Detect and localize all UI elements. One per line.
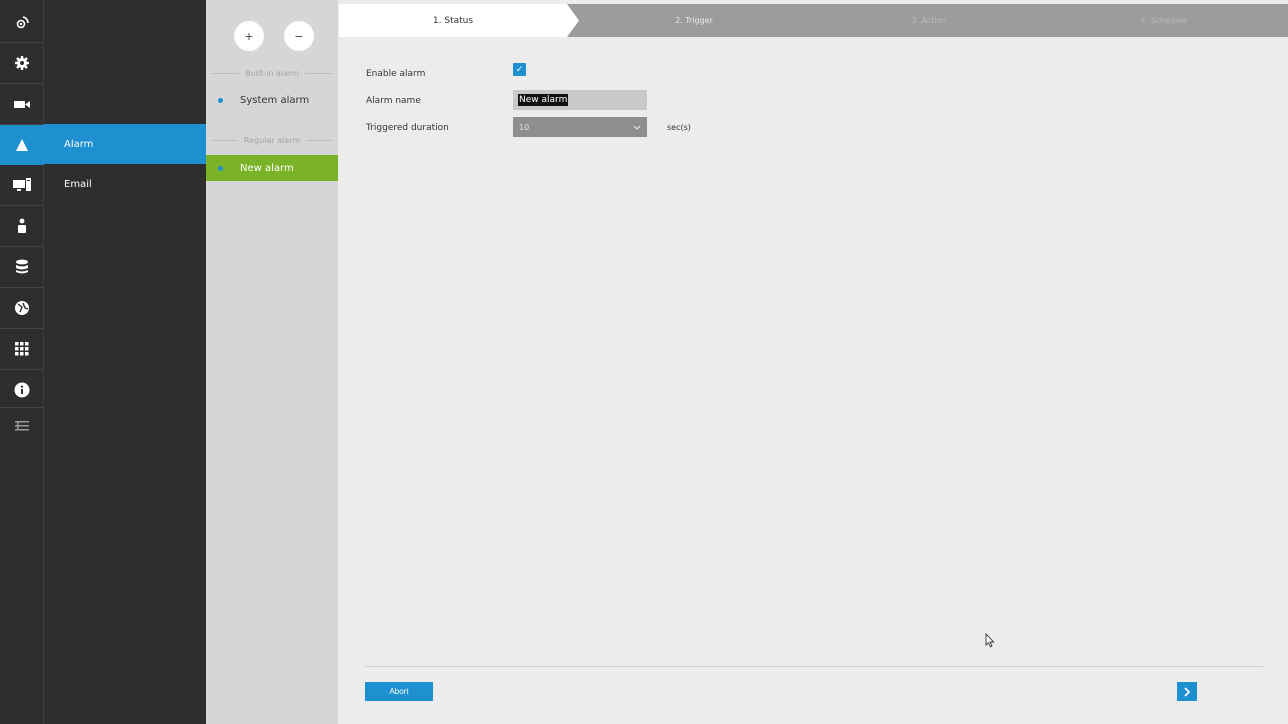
triggered-duration-select[interactable]: 10 xyxy=(513,117,647,137)
plus-icon: + xyxy=(244,29,254,43)
alarm-item-new[interactable]: New alarm xyxy=(206,155,338,181)
next-button[interactable] xyxy=(1177,682,1197,701)
bullet-dot xyxy=(218,165,223,171)
monitor-icon[interactable] xyxy=(0,165,44,205)
icon-rail xyxy=(0,0,44,724)
database-icon[interactable] xyxy=(0,247,44,287)
sub-navigation: Alarm Email xyxy=(44,0,206,724)
chevron-down-icon xyxy=(633,123,641,132)
alarm-name-label: Alarm name xyxy=(366,96,421,106)
enable-alarm-checkbox[interactable]: ✓ xyxy=(513,63,526,76)
alarm-item-label: System alarm xyxy=(240,94,310,106)
step-action[interactable]: 3. Action xyxy=(819,4,1039,37)
alarm-icon[interactable] xyxy=(0,125,44,165)
user-icon[interactable] xyxy=(0,206,44,246)
minus-icon: − xyxy=(294,29,304,43)
abort-button[interactable]: Abort xyxy=(365,682,433,701)
network-icon[interactable] xyxy=(0,288,44,328)
alarm-item-system[interactable]: System alarm xyxy=(206,87,338,113)
menu-lines-icon[interactable] xyxy=(0,406,44,446)
triggered-duration-label: Triggered duration xyxy=(366,123,449,133)
alarm-name-input[interactable]: New alarm xyxy=(513,90,647,110)
add-alarm-button[interactable]: + xyxy=(234,21,264,51)
camera-view-icon[interactable] xyxy=(0,2,44,42)
duration-unit: sec(s) xyxy=(667,123,691,132)
duration-value: 10 xyxy=(519,122,530,132)
regular-alarm-section-label: Regular alarm xyxy=(212,136,333,145)
chevron-right-icon xyxy=(1184,686,1191,697)
builtin-alarm-section-label: Built-in alarm xyxy=(212,69,332,78)
bullet-dot xyxy=(218,97,223,103)
alarm-item-label: New alarm xyxy=(240,162,294,174)
step-status[interactable]: 1. Status xyxy=(339,4,567,37)
step-schedule[interactable]: 4. Schedule xyxy=(1054,4,1274,37)
wizard-steps: 1. Status 2. Trigger 3. Action 4. Schedu… xyxy=(339,4,1288,37)
mouse-cursor-icon xyxy=(985,633,995,648)
enable-alarm-label: Enable alarm xyxy=(366,69,426,79)
info-icon[interactable] xyxy=(0,370,44,410)
subnav-item-label: Email xyxy=(64,178,92,190)
subnav-item-alarm[interactable]: Alarm xyxy=(44,124,206,164)
step-trigger[interactable]: 2. Trigger xyxy=(584,4,804,37)
video-camera-icon[interactable] xyxy=(0,84,44,124)
apps-grid-icon[interactable] xyxy=(0,329,44,369)
subnav-item-label: Alarm xyxy=(64,138,94,150)
alarm-list-panel: + − Built-in alarm System alarm Regular … xyxy=(206,0,338,724)
gear-icon[interactable] xyxy=(0,43,44,83)
footer-divider xyxy=(365,666,1263,667)
alarm-name-value: New alarm xyxy=(518,94,569,106)
remove-alarm-button[interactable]: − xyxy=(284,21,314,51)
checkmark-icon: ✓ xyxy=(515,64,524,75)
subnav-item-email[interactable]: Email xyxy=(44,164,206,204)
